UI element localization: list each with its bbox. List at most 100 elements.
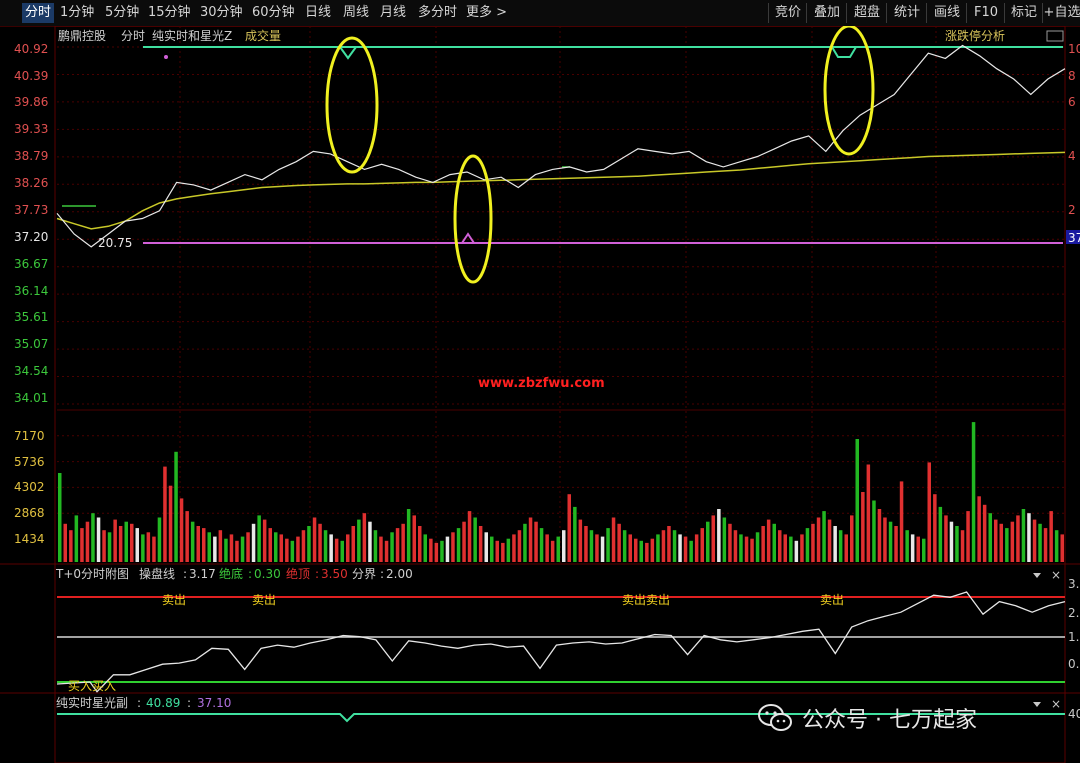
volume-bar (772, 523, 776, 562)
price-tick: 34.54 (14, 364, 48, 378)
volume-bar (567, 494, 571, 562)
volume-bar (362, 513, 367, 562)
draw-button[interactable]: 画线 (926, 3, 967, 23)
close-icon[interactable]: × (1051, 568, 1061, 582)
volume-bar (905, 530, 909, 562)
pct-tick: 8 (1068, 69, 1076, 83)
pct-tick: 4 (1068, 149, 1076, 163)
price-tick: 39.86 (14, 95, 48, 109)
volume-bar (622, 530, 627, 562)
volume-bar (861, 492, 865, 562)
volume-bar (949, 521, 954, 562)
volume-bar (473, 517, 477, 562)
volume-bar (611, 517, 616, 562)
volume-axis: 7170 5736 4302 2868 1434 (14, 429, 45, 546)
tab-30min[interactable]: 30分钟 (200, 3, 243, 23)
watermark-url: www.zbzfwu.com (478, 376, 605, 391)
stats-button[interactable]: 统计 (886, 3, 927, 23)
wechat-watermark: 公众号 · 七万起家 (758, 700, 1058, 736)
intraday-chart[interactable]: 鹏鼎控股 分时 纯实时和星光Z 成交量 涨跌停分析 40.92 40.39 39… (0, 26, 1080, 763)
tab-weekly[interactable]: 周线 (343, 3, 369, 23)
add-watchlist-button[interactable]: +自选 (1042, 3, 1080, 23)
volume-tick: 4302 (14, 480, 45, 494)
volume-bar (74, 515, 79, 562)
volume-bar (739, 534, 743, 562)
volume-bar (639, 540, 643, 562)
volume-bar (800, 534, 804, 562)
volume-bar (1038, 523, 1042, 562)
tab-intraday[interactable]: 分时 (22, 3, 55, 23)
volume-bar (855, 439, 859, 562)
volume-bar (63, 523, 67, 562)
panel1-sep: : (315, 567, 319, 581)
volume-bar (872, 500, 876, 562)
sell-signal: 卖出 (820, 593, 844, 607)
volume-bar (528, 517, 533, 562)
tab-60min[interactable]: 60分钟 (252, 3, 295, 23)
volume-bar (1060, 534, 1064, 562)
volume-bar (501, 542, 505, 562)
volume-bar (107, 532, 112, 562)
volume-bar (694, 534, 699, 562)
volume-bar (789, 536, 793, 562)
tab-more[interactable]: 更多 > (466, 3, 507, 23)
f10-button[interactable]: F10 (966, 3, 1005, 23)
tab-daily[interactable]: 日线 (305, 3, 331, 23)
volume-bar (434, 542, 439, 562)
super-button[interactable]: 超盘 (846, 3, 887, 23)
mark-button[interactable]: 标记 (1004, 3, 1043, 23)
toolbar: 分时 1分钟 5分钟 15分钟 30分钟 60分钟 日线 周线 月线 多分时 更… (0, 0, 1080, 27)
pct-axis: 10 8 6 4 2 37 (1066, 42, 1080, 245)
volume-bar (1054, 530, 1059, 562)
panel1-item-name: 绝顶 (286, 566, 310, 581)
tab-monthly[interactable]: 月线 (380, 3, 406, 23)
volume-bar (373, 530, 378, 562)
tab-15min[interactable]: 15分钟 (148, 3, 191, 23)
watermark-text: 公众号 · 七万起家 (802, 708, 977, 733)
volume-bar (866, 464, 871, 562)
volume-bar (268, 528, 272, 562)
limit-spike (461, 232, 475, 244)
volume-bar (672, 530, 677, 562)
volume-bar (706, 521, 710, 562)
volume-bar (667, 526, 671, 562)
price-axis: 40.92 40.39 39.86 39.33 38.79 38.26 37.7… (14, 42, 48, 405)
volume-bar (251, 523, 256, 562)
tab-multi-intraday[interactable]: 多分时 (418, 3, 457, 23)
volume-bar (190, 521, 195, 562)
auction-button[interactable]: 竞价 (768, 3, 807, 23)
volume-bar (595, 534, 599, 562)
volume-bar (58, 473, 62, 562)
volume-bar (645, 542, 649, 562)
collapse-icon[interactable] (1046, 30, 1064, 42)
panel1-sep: : (248, 567, 252, 581)
tab-5min[interactable]: 5分钟 (105, 3, 139, 23)
volume-bar (606, 528, 610, 562)
volume-bar (960, 530, 965, 562)
dropdown-icon[interactable] (1033, 573, 1041, 578)
highlight-ellipse (325, 36, 379, 174)
volume-bar (988, 513, 992, 562)
volume-bar (977, 496, 981, 562)
tab-1min[interactable]: 1分钟 (60, 3, 94, 23)
volume-bar (850, 515, 854, 562)
pct-tick: 10 (1068, 42, 1080, 56)
volume-bar (196, 526, 200, 562)
volume-bar (550, 540, 555, 562)
volume-bar (163, 466, 167, 562)
pct-tick: 2 (1068, 203, 1076, 217)
volume-bar (85, 521, 90, 562)
volume-bar (412, 515, 416, 562)
volume-bar (246, 532, 250, 562)
volume-bar (1021, 509, 1026, 562)
volume-bar (429, 538, 433, 562)
limit-analysis-label[interactable]: 涨跌停分析 (945, 28, 1005, 43)
volume-bar (506, 538, 511, 562)
volume-bar (357, 519, 361, 562)
overlay-button[interactable]: 叠加 (806, 3, 847, 23)
indicator-label: 纯实时和星光Z (152, 28, 232, 43)
panel1-item-name: 分界 (352, 567, 376, 581)
panel2-tick: 40 (1068, 707, 1080, 721)
volume-bar (1010, 521, 1015, 562)
price-line (56, 44, 1066, 248)
